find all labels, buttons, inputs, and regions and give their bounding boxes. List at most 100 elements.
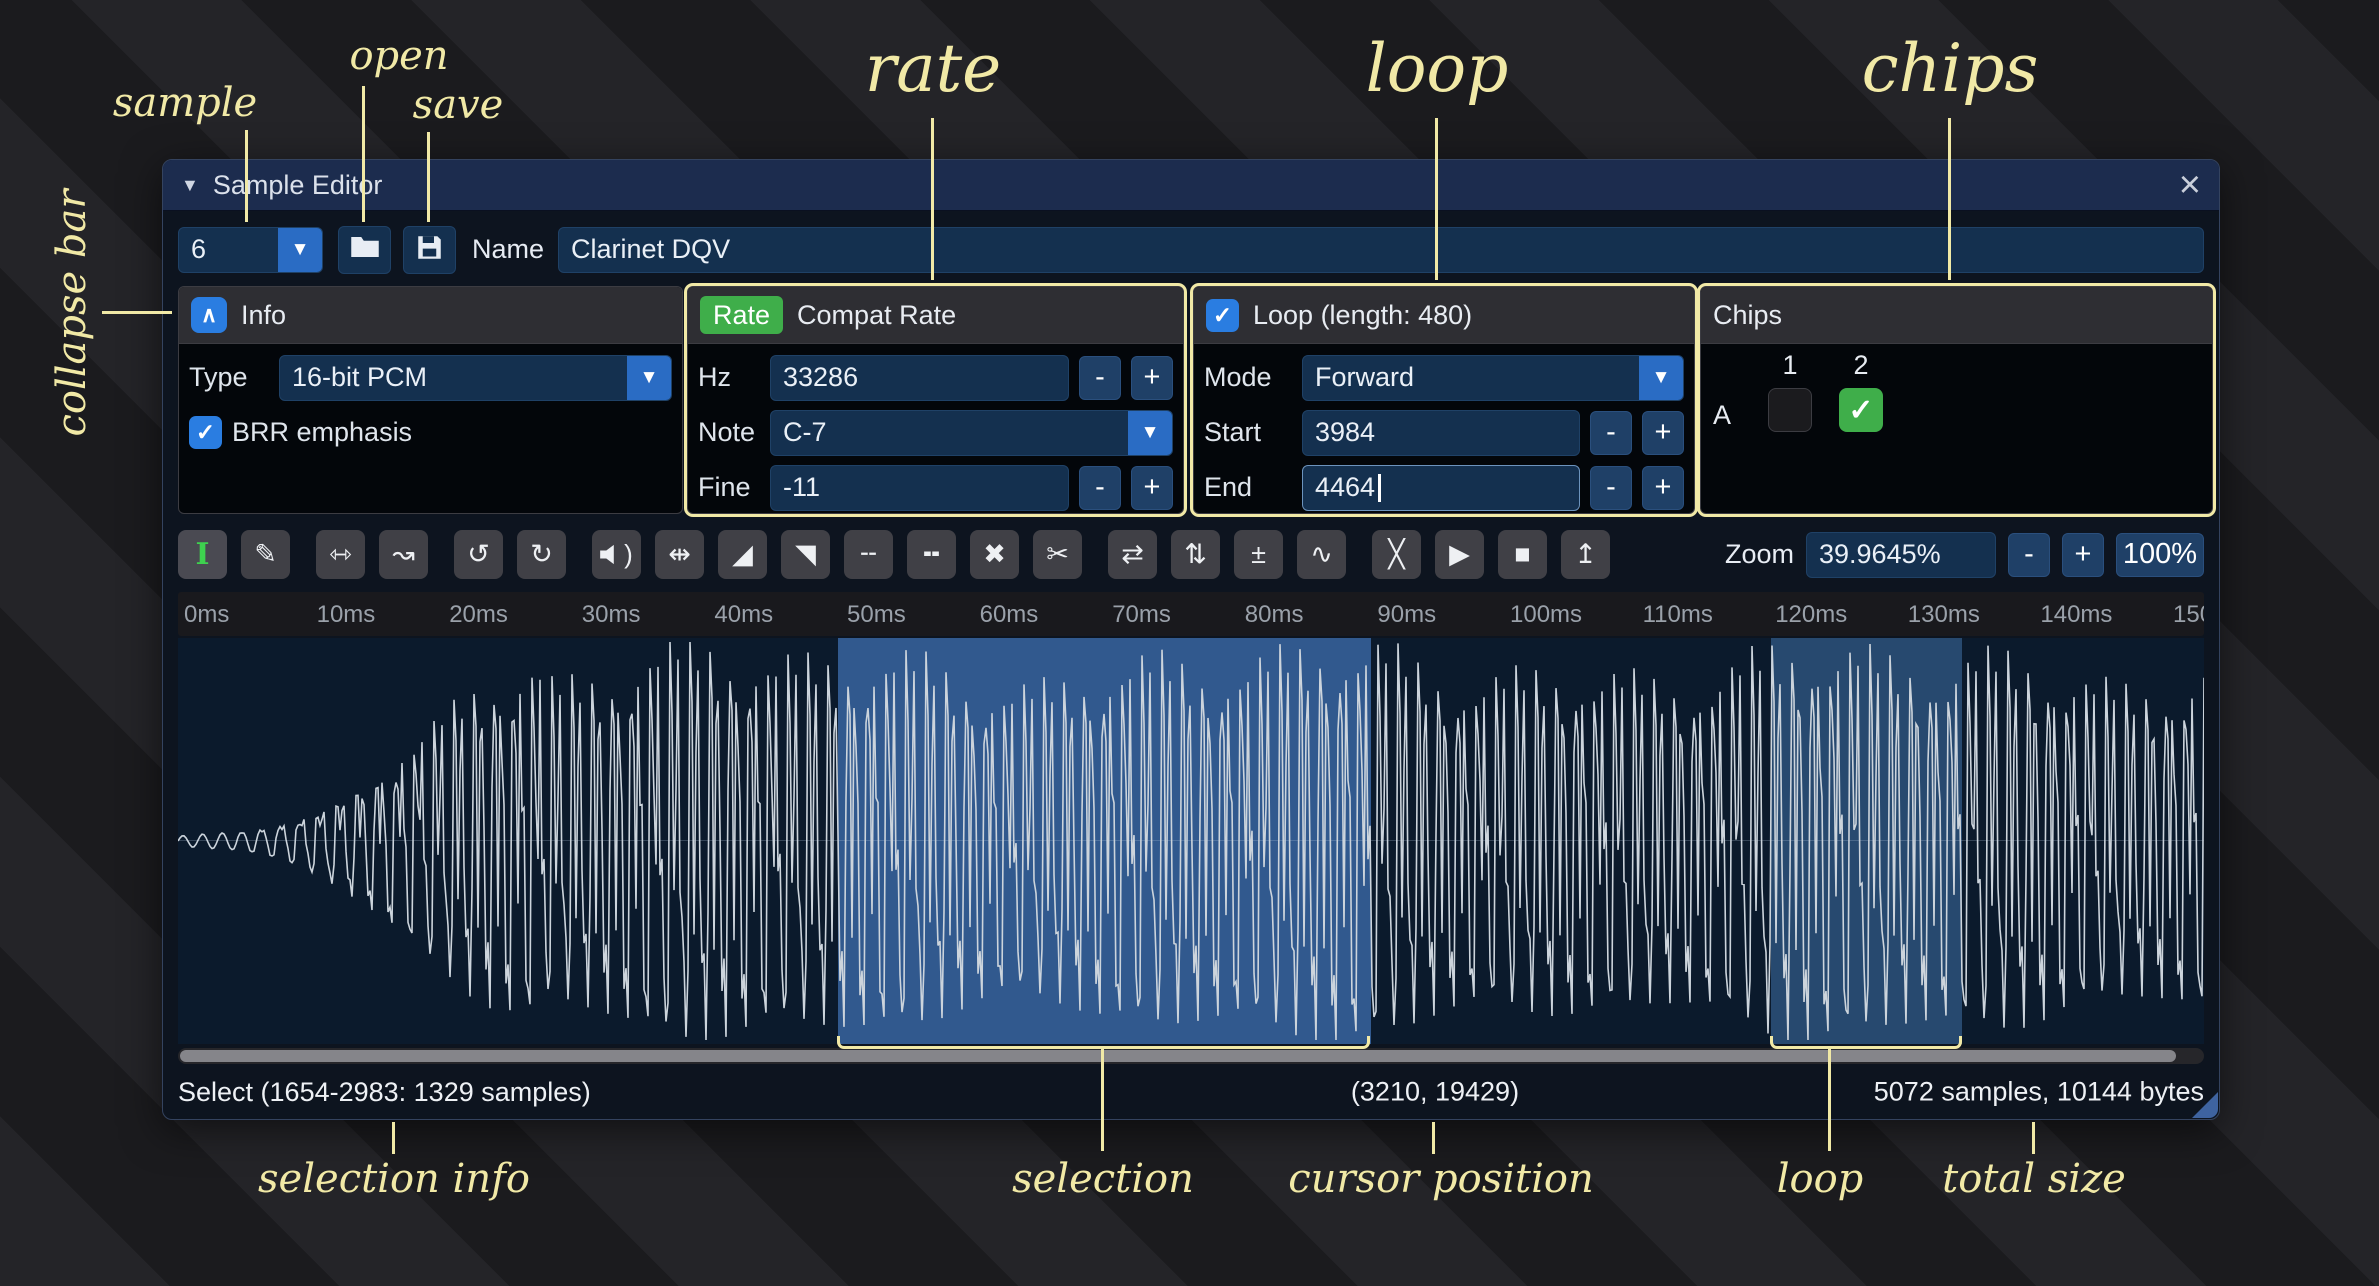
loop-start-value: 3984 [1315,417,1375,448]
chevron-up-icon: ∧ [201,302,217,328]
rate-badge[interactable]: Rate [700,296,783,334]
titlebar[interactable]: ▼ Sample Editor × [163,160,2219,211]
loop-panel-header: ✓ Loop (length: 480) [1194,287,1694,344]
annotation-line-loop-marker [1828,1049,1831,1151]
brr-emphasis-checkbox[interactable]: ✓ [189,416,222,449]
waveform-path [178,642,2204,1040]
close-icon[interactable]: × [2179,166,2201,204]
invert-icon[interactable]: ⇅ [1171,530,1220,579]
info-panel-title: Info [241,300,286,331]
annotation-total-size: total size [1942,1156,2126,1202]
zoom-value: 39.9645% [1819,539,1941,570]
draw-icon[interactable]: ✎ [241,530,290,579]
resize-icon[interactable]: ⇿ [316,530,365,579]
fade-out-icon[interactable]: ◥ [781,530,830,579]
open-button[interactable] [338,226,391,274]
ruler-label: 50ms [847,601,906,629]
collapse-button[interactable]: ∧ [191,297,227,333]
window-collapse-icon[interactable]: ▼ [181,175,199,196]
fine-minus-button[interactable]: - [1079,466,1121,510]
desktop-background: sample open save rate loop chips collaps… [0,0,2379,1286]
note-dropdown[interactable]: C-7 ▼ [770,410,1173,456]
chevron-down-icon: ▼ [627,356,671,400]
trim-icon[interactable]: ✂ [1033,530,1082,579]
reverse-icon[interactable]: ⇄ [1108,530,1157,579]
fade-in-icon[interactable]: ◢ [718,530,767,579]
loop-mode-dropdown[interactable]: Forward ▼ [1302,355,1684,401]
scrollbar-thumb[interactable] [180,1050,2176,1062]
ruler-label: 120ms [1775,601,1847,629]
select-icon[interactable]: I [178,530,227,579]
status-total-size: 5072 samples, 10144 bytes [1874,1077,2204,1108]
waveform-display[interactable] [178,638,2204,1044]
stop-icon[interactable]: ■ [1498,530,1547,579]
time-ruler[interactable]: 0ms10ms20ms30ms40ms50ms60ms70ms80ms90ms1… [178,592,2204,636]
loop-start-input[interactable]: 3984 [1302,410,1580,456]
sign-icon[interactable]: ± [1234,530,1283,579]
upload-icon[interactable]: ↥ [1561,530,1610,579]
chevron-down-icon: ▼ [1639,356,1683,400]
annotation-line-save [427,132,430,222]
type-label: Type [189,362,269,393]
ruler-label: 150ms [2173,601,2204,629]
annotation-line-total-size [2032,1122,2035,1154]
zoom-in-button[interactable]: + [2062,533,2104,577]
zoom-out-button[interactable]: - [2008,533,2050,577]
normalize-icon[interactable]: ⇹ [655,530,704,579]
zoom-reset-button[interactable]: 100% [2116,533,2204,577]
status-selection-info: Select (1654-2983: 1329 samples) [178,1077,591,1108]
loop-end-minus-button[interactable]: - [1590,466,1632,510]
insert-silence-icon[interactable]: ╌ [844,530,893,579]
name-input[interactable]: Clarinet DQV [558,227,2204,273]
loop-end-plus-button[interactable]: + [1642,466,1684,510]
chip-a2-checkbox[interactable]: ✓ [1839,388,1883,432]
waveform-scrollbar[interactable] [178,1048,2204,1064]
sample-editor-window: ▼ Sample Editor × 6 ▼ Name Clarinet DQV [162,159,2220,1120]
hz-label: Hz [698,362,760,393]
loop-enable-checkbox[interactable]: ✓ [1206,299,1239,332]
loop-start-label: Start [1204,417,1292,448]
hz-value: 33286 [783,362,858,393]
info-panel-header[interactable]: ∧ Info [179,287,682,344]
loop-start-minus-button[interactable]: - [1590,411,1632,455]
play-icon[interactable]: ▶ [1435,530,1484,579]
hz-input[interactable]: 33286 [770,355,1069,401]
delete-icon[interactable]: ✖ [970,530,1019,579]
hz-minus-button[interactable]: - [1079,356,1121,400]
crossfade-icon[interactable]: ╳ [1372,530,1421,579]
apply-silence-icon[interactable]: ╍ [907,530,956,579]
chevron-down-icon: ▼ [278,228,322,272]
resample-icon[interactable]: ↝ [379,530,428,579]
chip-a1-checkbox[interactable] [1768,388,1812,432]
ruler-label: 90ms [1377,601,1436,629]
annotation-collapse-bar: collapse bar [49,189,95,436]
loop-panel-title: Loop (length: 480) [1253,300,1472,331]
fine-plus-button[interactable]: + [1131,466,1173,510]
loop-end-input[interactable]: 4464 [1302,465,1580,511]
filter-icon[interactable]: ∿ [1297,530,1346,579]
fine-input[interactable]: -11 [770,465,1069,511]
redo-icon[interactable]: ↻ [517,530,566,579]
annotation-line-rate [931,118,934,280]
chips-panel-title: Chips [1713,300,1782,331]
type-dropdown[interactable]: 16-bit PCM ▼ [279,355,672,401]
annotation-sample: sample [113,80,257,126]
fine-label: Fine [698,472,760,503]
ruler-label: 80ms [1245,601,1304,629]
ruler-label: 100ms [1510,601,1582,629]
annotation-line-selection [1101,1049,1104,1151]
chip-column-1: 1 [1768,350,1812,381]
loop-end-value: 4464 [1315,472,1375,503]
folder-icon [350,234,380,265]
undo-icon[interactable]: ↺ [454,530,503,579]
hz-plus-button[interactable]: + [1131,356,1173,400]
loop-start-plus-button[interactable]: + [1642,411,1684,455]
ruler-label: 10ms [317,601,376,629]
zoom-input[interactable]: 39.9645% [1806,532,1996,578]
check-icon: ✓ [196,419,215,446]
save-button[interactable] [403,226,456,274]
sample-selector[interactable]: 6 ▼ [178,227,323,273]
fine-value: -11 [783,472,820,503]
status-cursor-position: (3210, 19429) [1351,1077,1519,1108]
amplify-icon[interactable]: ) [592,530,641,579]
